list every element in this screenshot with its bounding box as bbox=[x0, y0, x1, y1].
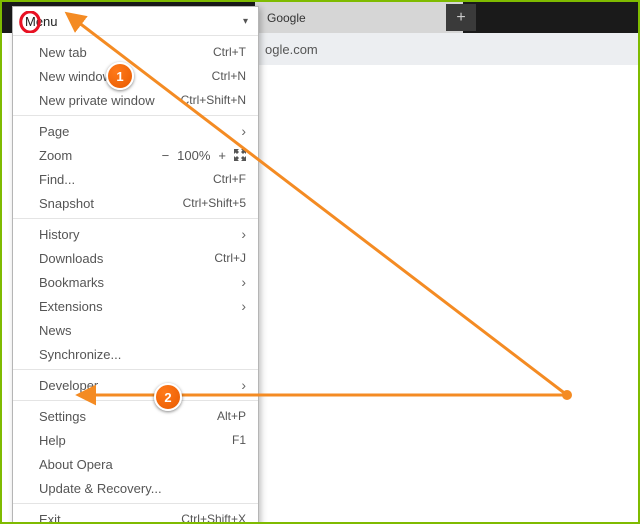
menu-item-label: Bookmarks bbox=[39, 275, 104, 290]
new-tab-button[interactable]: + bbox=[446, 4, 476, 31]
menu-item-label: Synchronize... bbox=[39, 347, 121, 362]
menu-item-find[interactable]: Find... Ctrl+F bbox=[13, 167, 258, 191]
menu-item-label: Update & Recovery... bbox=[39, 481, 162, 496]
menu-item-update[interactable]: Update & Recovery... bbox=[13, 476, 258, 500]
menu-item-new-private-window[interactable]: New private window Ctrl+Shift+N bbox=[13, 88, 258, 112]
opera-window: Google × + ogle.com Menu ▾ New tab Ctrl+T… bbox=[0, 0, 640, 524]
menu-item-page[interactable]: Page › bbox=[13, 119, 258, 143]
menu-item-label: Page bbox=[39, 124, 69, 139]
tab-title: Google bbox=[267, 11, 306, 25]
opera-main-menu: Menu ▾ New tabCtrl+TNew windowCtrl+NNew … bbox=[12, 6, 259, 524]
menu-item-label: Exit bbox=[39, 512, 61, 524]
menu-item-synchronize[interactable]: Synchronize... bbox=[13, 342, 258, 366]
menu-separator bbox=[13, 218, 258, 219]
menu-item-label: Downloads bbox=[39, 251, 103, 266]
shortcut: Ctrl+J bbox=[214, 251, 246, 265]
zoom-in-button[interactable]: + bbox=[218, 148, 226, 163]
menu-header[interactable]: Menu ▾ bbox=[13, 7, 258, 36]
chevron-right-icon: › bbox=[241, 123, 246, 139]
zoom-level: 100% bbox=[177, 148, 210, 163]
menu-item-bookmarks[interactable]: Bookmarks › bbox=[13, 270, 258, 294]
menu-item-snapshot[interactable]: Snapshot Ctrl+Shift+5 bbox=[13, 191, 258, 215]
menu-item-label: Developer bbox=[39, 378, 98, 393]
menu-item-help[interactable]: Help F1 bbox=[13, 428, 258, 452]
tab-google[interactable]: Google × bbox=[255, 2, 463, 33]
menu-item-history[interactable]: History › bbox=[13, 222, 258, 246]
menu-item-settings[interactable]: Settings Alt+P bbox=[13, 404, 258, 428]
shortcut: Alt+P bbox=[217, 409, 246, 423]
zoom-out-button[interactable]: − bbox=[162, 148, 170, 163]
menu-separator bbox=[13, 369, 258, 370]
chevron-right-icon: › bbox=[241, 298, 246, 314]
menu-item-label: Help bbox=[39, 433, 66, 448]
chevron-right-icon: › bbox=[241, 377, 246, 393]
menu-item-new-window[interactable]: New window Ctrl+N bbox=[13, 64, 258, 88]
menu-item-label: New tab bbox=[39, 45, 87, 60]
menu-item-zoom: Zoom −100% + bbox=[13, 143, 258, 167]
menu-item-label: Snapshot bbox=[39, 196, 94, 211]
menu-item-downloads[interactable]: Downloads Ctrl+J bbox=[13, 246, 258, 270]
fullscreen-icon[interactable] bbox=[234, 149, 246, 161]
menu-item-label: History bbox=[39, 227, 79, 242]
menu-item-label: New window bbox=[39, 69, 112, 84]
zoom-label: Zoom bbox=[39, 148, 72, 163]
menu-item-about[interactable]: About Opera bbox=[13, 452, 258, 476]
menu-body: New tab Ctrl+T New window Ctrl+N New private… bbox=[13, 36, 258, 524]
shortcut: F1 bbox=[232, 433, 246, 447]
page-content bbox=[255, 65, 638, 522]
address-text: ogle.com bbox=[265, 42, 318, 57]
menu-item-label: Extensions bbox=[39, 299, 103, 314]
shortcut: Ctrl+N bbox=[212, 69, 246, 83]
annotation-badge-2: 2 bbox=[154, 383, 182, 411]
menu-item-label: News bbox=[39, 323, 72, 338]
menu-item-developer[interactable]: Developer › bbox=[13, 373, 258, 397]
menu-item-label: New private window bbox=[39, 93, 155, 108]
menu-item-new-tab[interactable]: New tab Ctrl+T bbox=[13, 40, 258, 64]
menu-item-label: About Opera bbox=[39, 457, 113, 472]
chevron-right-icon: › bbox=[241, 274, 246, 290]
address-bar[interactable]: ogle.com bbox=[255, 33, 638, 66]
shortcut: Ctrl+Shift+X bbox=[181, 512, 246, 524]
plus-icon: + bbox=[456, 9, 465, 27]
menu-item-news[interactable]: News bbox=[13, 318, 258, 342]
menu-separator bbox=[13, 115, 258, 116]
menu-separator bbox=[13, 400, 258, 401]
annotation-badge-1: 1 bbox=[106, 62, 134, 90]
shortcut: Ctrl+F bbox=[213, 172, 246, 186]
chevron-down-icon: ▾ bbox=[243, 16, 248, 27]
menu-item-exit[interactable]: Exit Ctrl+Shift+X bbox=[13, 507, 258, 524]
chevron-right-icon: › bbox=[241, 226, 246, 242]
menu-separator bbox=[13, 503, 258, 504]
shortcut: Ctrl+T bbox=[213, 45, 246, 59]
menu-item-extensions[interactable]: Extensions › bbox=[13, 294, 258, 318]
menu-item-label: Find... bbox=[39, 172, 75, 187]
shortcut: Ctrl+Shift+N bbox=[181, 93, 246, 107]
menu-item-label: Settings bbox=[39, 409, 86, 424]
shortcut: Ctrl+Shift+5 bbox=[183, 196, 246, 210]
opera-logo-icon bbox=[19, 11, 41, 33]
